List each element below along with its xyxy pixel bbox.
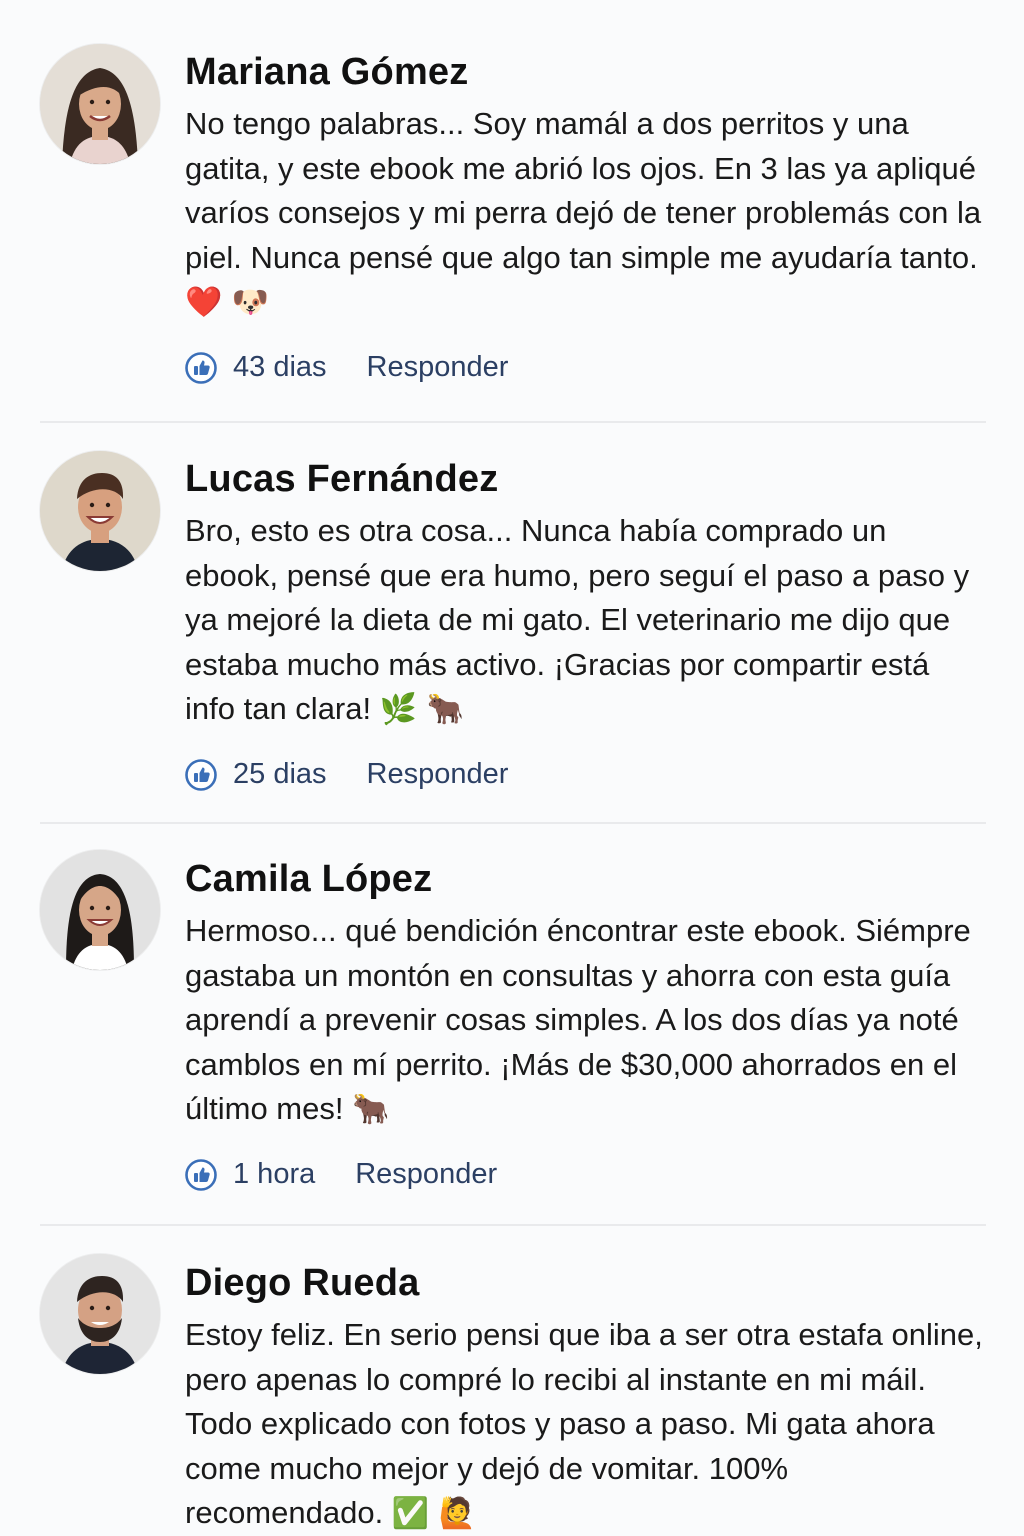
like-icon[interactable] — [185, 351, 217, 384]
emoji: 🐂 — [352, 1092, 390, 1127]
comment-time: 25 dias — [233, 758, 327, 790]
comment-author[interactable]: Mariana Gómez — [185, 50, 985, 94]
reply-button[interactable]: Responder — [367, 351, 509, 384]
avatar[interactable] — [40, 451, 160, 571]
comment-author[interactable]: Lucas Fernández — [185, 457, 985, 501]
comment-author[interactable]: Diego Rueda — [185, 1261, 985, 1305]
like-icon[interactable] — [185, 758, 217, 791]
emoji: 🌿 🐂 — [379, 692, 464, 727]
comments-feed: Mariana Gómez No tengo palabras... Soy m… — [0, 0, 1024, 1536]
comment-text: Bro, esto es otra cosa... Nunca había co… — [185, 513, 970, 727]
comment-actions: 43 dias Responder — [185, 348, 985, 388]
avatar[interactable] — [40, 44, 160, 164]
avatar[interactable] — [40, 850, 160, 970]
comment-actions: 25 dias Responder — [185, 755, 985, 795]
divider — [40, 1224, 986, 1226]
emoji: ❤️ 🐶 — [185, 285, 270, 320]
divider — [40, 822, 986, 824]
comment-time: 43 dias — [233, 351, 327, 383]
comment-actions: 1 hora Responder — [185, 1155, 985, 1195]
divider — [40, 421, 986, 423]
emoji: ✅ 🙋 — [391, 1496, 477, 1531]
comment-text: No tengo palabras... Soy mamál a dos per… — [185, 106, 982, 320]
reply-button[interactable]: Responder — [367, 758, 509, 791]
like-icon[interactable] — [185, 1158, 217, 1191]
avatar[interactable] — [40, 1254, 160, 1374]
comment-text: Estoy feliz. En serio pensi que iba a se… — [185, 1317, 983, 1531]
reply-button[interactable]: Responder — [355, 1158, 497, 1191]
comment-time: 1 hora — [233, 1158, 316, 1190]
comment-text: Hermoso... qué bendición éncontrar este … — [185, 913, 971, 1127]
comment-author[interactable]: Camila López — [185, 857, 985, 901]
